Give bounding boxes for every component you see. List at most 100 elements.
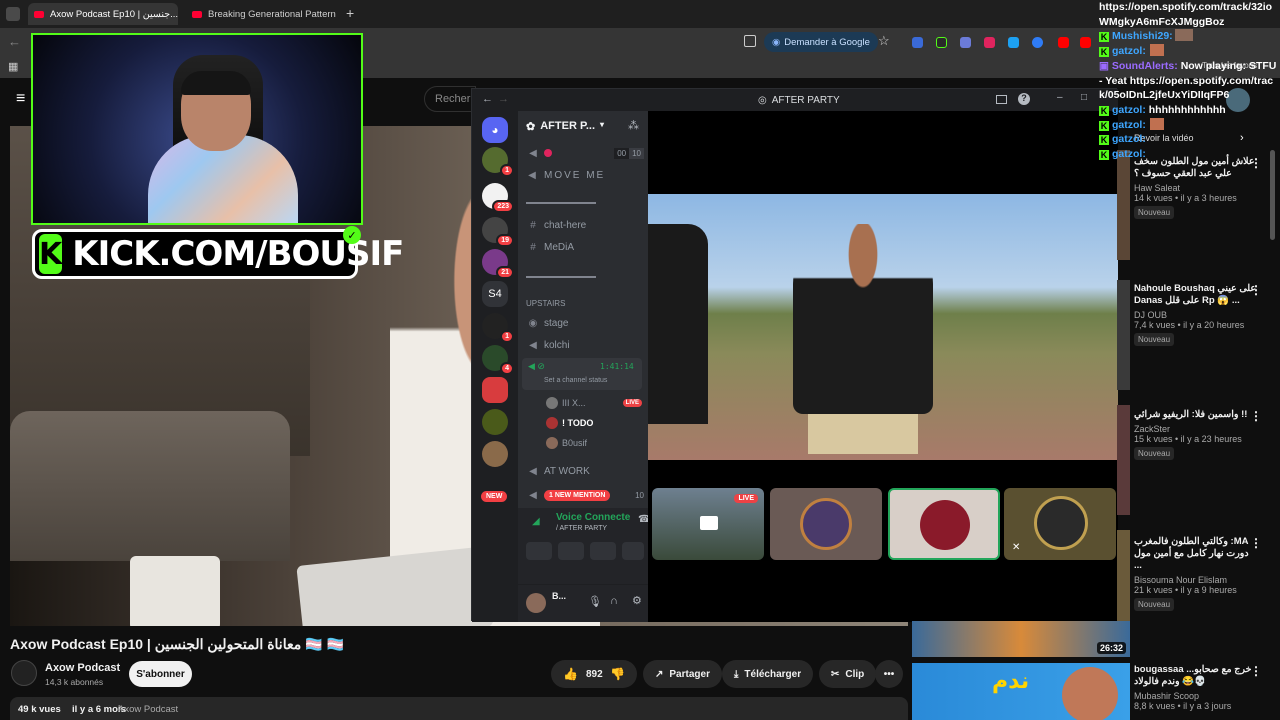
camera-off-icon[interactable]: [526, 542, 552, 560]
participant-tile[interactable]: [770, 488, 882, 560]
extension-icon[interactable]: [1080, 37, 1091, 48]
server-icon[interactable]: [482, 409, 508, 435]
channel-name[interactable]: Axow Podcast: [45, 662, 120, 674]
new-tab-button[interactable]: +: [346, 5, 354, 21]
voice-user[interactable]: ! TODO: [546, 413, 642, 433]
back-arrow-icon[interactable]: ←: [8, 34, 21, 49]
voice-channel-top[interactable]: ◀ 00 10: [526, 143, 644, 163]
server-icon[interactable]: 223: [482, 183, 514, 213]
bookmark-star-icon[interactable]: ☆: [878, 33, 890, 49]
more-actions-icon[interactable]: ⋮: [1250, 664, 1262, 678]
thumbs-down-icon[interactable]: 👎: [610, 667, 625, 681]
share-button[interactable]: ↗ Partager: [643, 660, 722, 688]
server-icon[interactable]: [482, 377, 508, 403]
voice-channel-mention[interactable]: ◀ 1 NEW MENTION 10: [526, 485, 644, 505]
video-thumbnail[interactable]: [1117, 405, 1130, 515]
category-divider[interactable]: [526, 193, 644, 213]
active-voice-channel[interactable]: ◀ ⊘ 1:41:14 Set a channel status: [522, 358, 642, 390]
back-arrow-icon[interactable]: ←: [482, 93, 493, 105]
voice-user[interactable]: B0usif: [546, 433, 642, 453]
ask-google-button[interactable]: ◉ Demander à Google: [764, 32, 878, 52]
more-actions-icon[interactable]: ⋮: [1250, 536, 1262, 550]
like-count[interactable]: 892: [586, 669, 603, 680]
download-button[interactable]: ⤓ Télécharger: [722, 660, 814, 688]
participant-tile[interactable]: ✕: [1004, 488, 1116, 560]
headphones-icon[interactable]: ∩: [610, 595, 618, 607]
minimize-icon[interactable]: –: [1057, 92, 1063, 103]
tab-axow-podcast[interactable]: Axow Podcast Ep10 | جنسين... ×: [28, 3, 178, 25]
emote-icon: [1174, 29, 1193, 42]
tab-search-icon[interactable]: [6, 7, 20, 21]
more-actions-icon[interactable]: ⋮: [1250, 283, 1262, 297]
voice-channel-kolchi[interactable]: ◀ kolchi: [526, 335, 644, 355]
extension-icon[interactable]: [1058, 37, 1069, 48]
server-icon[interactable]: 1: [482, 313, 514, 343]
server-icon[interactable]: S4: [482, 281, 508, 307]
description-box[interactable]: 49 k vues il y a 6 mois Axow Podcast: [10, 697, 908, 720]
server-icon[interactable]: 4: [482, 345, 514, 375]
video-thumbnail[interactable]: 26:32: [912, 621, 1130, 657]
extension-icon[interactable]: [1008, 37, 1019, 48]
recommended-video[interactable]: Nahoule Boushaq على عيني Danas على قلل R…: [1134, 283, 1259, 346]
clip-button[interactable]: ✂ Clip: [819, 660, 877, 688]
voice-user[interactable]: III X... LIVE: [546, 393, 642, 413]
video-thumbnail[interactable]: ندم: [912, 663, 1130, 720]
more-actions-icon[interactable]: ⋮: [1250, 409, 1262, 423]
server-name-header[interactable]: ✿ AFTER P... ▾: [526, 120, 604, 133]
install-icon[interactable]: [744, 35, 756, 47]
extension-icon[interactable]: [984, 37, 995, 48]
stream-motorbike: [648, 224, 708, 424]
microphone-icon[interactable]: 🎙: [588, 595, 602, 608]
subscribe-button[interactable]: S'abonner: [129, 661, 192, 687]
new-servers-badge[interactable]: NEW: [481, 491, 508, 502]
server-icon[interactable]: 1: [482, 147, 514, 177]
search-input[interactable]: Recherc: [424, 86, 476, 112]
video-thumbnail[interactable]: [1117, 280, 1130, 390]
settings-gear-icon[interactable]: ⚙: [632, 594, 642, 607]
voice-channel-at-work[interactable]: ◀ AT WORK: [526, 461, 644, 481]
extension-icon[interactable]: [936, 37, 947, 48]
thumbs-up-icon[interactable]: 👍: [563, 667, 578, 681]
set-channel-status[interactable]: Set a channel status: [544, 377, 607, 384]
forward-arrow-icon[interactable]: →: [498, 93, 509, 105]
participant-tile-speaking[interactable]: [888, 488, 1000, 560]
stage-channel[interactable]: ◉ stage: [526, 313, 644, 333]
soundboard-icon[interactable]: [622, 542, 644, 560]
recommended-video[interactable]: واسمين فلا: الريفيو شرائي !! ZackSter 15…: [1134, 409, 1259, 460]
signal-icon[interactable]: ◢: [532, 516, 540, 527]
server-icon[interactable]: 19: [482, 217, 514, 247]
inbox-icon[interactable]: [996, 95, 1007, 104]
screen-share-icon[interactable]: [558, 542, 584, 560]
menu-hamburger-icon[interactable]: ≡: [16, 90, 25, 108]
server-icon[interactable]: [482, 441, 508, 467]
browser-tab-bar: Axow Podcast Ep10 | جنسين... × Breaking …: [0, 0, 1280, 28]
activities-icon[interactable]: [590, 542, 616, 560]
invite-people-icon[interactable]: ⁂: [628, 119, 639, 132]
server-icon[interactable]: 21: [482, 249, 514, 279]
extension-icon[interactable]: [960, 37, 971, 48]
screen-share-stream[interactable]: [648, 194, 1118, 460]
recommended-video[interactable]: وكالتي الطلون فالمغرب :MA دورت نهار كامل…: [1134, 536, 1259, 611]
text-channel-media[interactable]: # MeDiA: [526, 237, 644, 257]
extension-icon[interactable]: [912, 37, 923, 48]
apps-grid-icon[interactable]: ▦: [8, 60, 18, 73]
channel-avatar[interactable]: [11, 660, 37, 686]
help-icon[interactable]: ?: [1018, 93, 1030, 105]
voice-channel-move-me[interactable]: ◀ MOVE ME: [526, 165, 644, 185]
text-channel-chat-here[interactable]: # chat-here: [526, 215, 644, 235]
speaker-icon: ◀: [529, 147, 537, 159]
subscriber-count: 14,3 k abonnés: [45, 677, 104, 687]
discord-home-icon[interactable]: ◕: [482, 117, 508, 143]
maximize-icon[interactable]: □: [1081, 92, 1087, 103]
category-divider[interactable]: [526, 267, 644, 287]
stream-tile-live[interactable]: LIVE: [652, 488, 764, 560]
category-upstairs[interactable]: UPSTAIRS: [526, 293, 644, 313]
stream-person: [793, 224, 933, 414]
user-avatar[interactable]: [526, 593, 546, 613]
speaker-icon: ◀: [529, 339, 537, 351]
tab-breaking-patterns[interactable]: Breaking Generational Patterns... ×: [186, 3, 336, 25]
kick-badge-icon: K: [1099, 32, 1109, 43]
extension-icon[interactable]: [1032, 37, 1043, 48]
recommended-video[interactable]: bougassaa خرج مع صحابو... وندم فالولاد 😂…: [1134, 664, 1259, 711]
more-actions-button[interactable]: •••: [875, 660, 903, 688]
